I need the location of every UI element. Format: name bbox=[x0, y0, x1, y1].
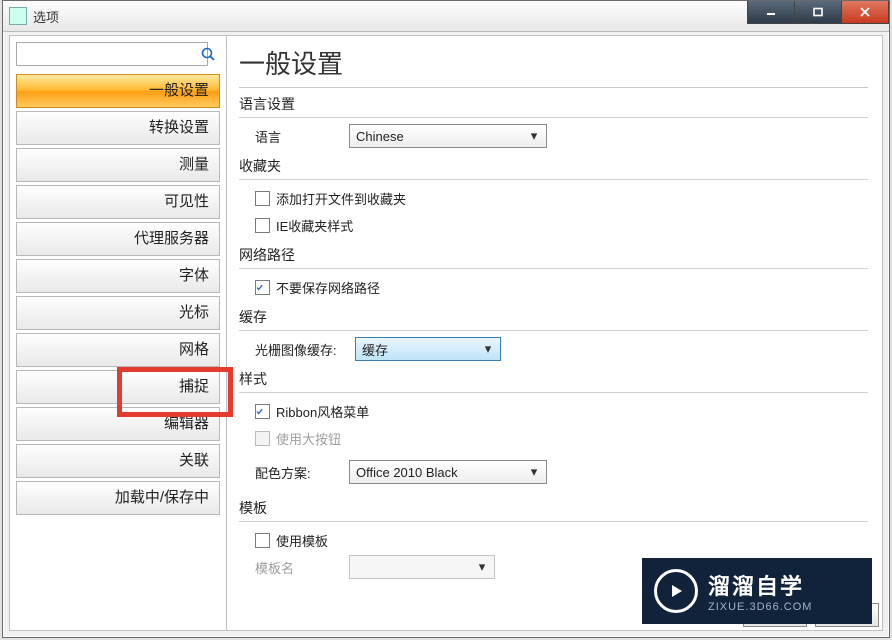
sidebar-item-editor[interactable]: 编辑器 bbox=[16, 407, 220, 441]
window-title: 选项 bbox=[33, 7, 59, 26]
window-controls bbox=[748, 1, 889, 24]
app-icon bbox=[9, 7, 27, 25]
group-language: 语言设置 语言 Chinese ▾ bbox=[239, 94, 868, 148]
group-header-cache: 缓存 bbox=[239, 307, 868, 331]
chevron-down-icon: ▾ bbox=[474, 559, 490, 575]
label-template-name: 模板名 bbox=[255, 558, 349, 577]
group-favorites: 收藏夹 添加打开文件到收藏夹 IE收藏夹样式 bbox=[239, 156, 868, 237]
chevron-down-icon: ▾ bbox=[526, 128, 542, 144]
combo-raster-cache[interactable]: 缓存 ▾ bbox=[355, 337, 501, 361]
group-header-netpath: 网络路径 bbox=[239, 245, 868, 269]
checkbox-no-save-netpath[interactable] bbox=[255, 280, 270, 295]
search-wrap bbox=[16, 42, 220, 66]
group-header-style: 样式 bbox=[239, 369, 868, 393]
maximize-button[interactable] bbox=[794, 1, 842, 24]
chevron-down-icon: ▾ bbox=[480, 341, 496, 357]
label-color-scheme: 配色方案: bbox=[255, 463, 349, 482]
nav-list: 一般设置 转换设置 测量 可见性 代理服务器 字体 光标 网格 捕捉 编辑器 关… bbox=[16, 74, 220, 518]
sidebar-item-assoc[interactable]: 关联 bbox=[16, 444, 220, 478]
watermark-overlay: 溜溜自学 ZIXUE.3D66.COM bbox=[642, 558, 872, 624]
search-icon bbox=[200, 46, 216, 62]
group-netpath: 网络路径 不要保存网络路径 bbox=[239, 245, 868, 299]
close-button[interactable] bbox=[841, 1, 889, 24]
label-big-buttons: 使用大按钮 bbox=[276, 429, 341, 448]
chevron-down-icon: ▾ bbox=[526, 464, 542, 480]
page-title: 一般设置 bbox=[239, 44, 868, 88]
sidebar-item-cursor[interactable]: 光标 bbox=[16, 296, 220, 330]
sidebar-item-convert[interactable]: 转换设置 bbox=[16, 111, 220, 145]
dialog-body: 一般设置 转换设置 测量 可见性 代理服务器 字体 光标 网格 捕捉 编辑器 关… bbox=[9, 35, 883, 631]
checkbox-add-open-files[interactable] bbox=[255, 191, 270, 206]
label-raster-cache: 光栅图像缓存: bbox=[255, 340, 355, 359]
group-style: 样式 Ribbon风格菜单 使用大按钮 配色方案: Office 2010 Bl… bbox=[239, 369, 868, 484]
watermark-url: ZIXUE.3D66.COM bbox=[708, 601, 812, 613]
label-add-open-files: 添加打开文件到收藏夹 bbox=[276, 189, 406, 208]
label-ie-fav-style: IE收藏夹样式 bbox=[276, 216, 353, 235]
combo-language[interactable]: Chinese ▾ bbox=[349, 124, 547, 148]
label-no-save-netpath: 不要保存网络路径 bbox=[276, 278, 380, 297]
sidebar-item-visibility[interactable]: 可见性 bbox=[16, 185, 220, 219]
label-ribbon-menu: Ribbon风格菜单 bbox=[276, 402, 369, 421]
sidebar-item-proxy[interactable]: 代理服务器 bbox=[16, 222, 220, 256]
combo-color-scheme-value: Office 2010 Black bbox=[356, 465, 526, 480]
combo-template-name: ▾ bbox=[349, 555, 495, 579]
sidebar-item-general[interactable]: 一般设置 bbox=[16, 74, 220, 108]
group-header-favorites: 收藏夹 bbox=[239, 156, 868, 180]
search-input[interactable] bbox=[16, 42, 208, 66]
minimize-button[interactable] bbox=[747, 1, 795, 24]
options-dialog: 选项 一般设置 转换设置 测量 bbox=[2, 0, 890, 638]
group-header-template: 模板 bbox=[239, 498, 868, 522]
checkbox-ie-fav-style[interactable] bbox=[255, 218, 270, 233]
play-icon bbox=[654, 569, 698, 613]
group-header-language: 语言设置 bbox=[239, 94, 868, 118]
combo-color-scheme[interactable]: Office 2010 Black ▾ bbox=[349, 460, 547, 484]
checkbox-big-buttons bbox=[255, 431, 270, 446]
label-language: 语言 bbox=[255, 127, 349, 146]
sidebar-item-load-save[interactable]: 加载中/保存中 bbox=[16, 481, 220, 515]
watermark-title: 溜溜自学 bbox=[708, 569, 812, 601]
combo-raster-cache-value: 缓存 bbox=[362, 340, 480, 359]
main-panel: 一般设置 语言设置 语言 Chinese ▾ 收藏夹 添加打开文件到收藏夹 bbox=[227, 36, 882, 630]
label-use-template: 使用模板 bbox=[276, 531, 328, 550]
group-cache: 缓存 光栅图像缓存: 缓存 ▾ bbox=[239, 307, 868, 361]
checkbox-use-template[interactable] bbox=[255, 533, 270, 548]
sidebar: 一般设置 转换设置 测量 可见性 代理服务器 字体 光标 网格 捕捉 编辑器 关… bbox=[10, 36, 227, 630]
sidebar-item-measure[interactable]: 测量 bbox=[16, 148, 220, 182]
sidebar-item-snap[interactable]: 捕捉 bbox=[16, 370, 220, 404]
combo-language-value: Chinese bbox=[356, 129, 526, 144]
checkbox-ribbon-menu[interactable] bbox=[255, 404, 270, 419]
sidebar-item-grid[interactable]: 网格 bbox=[16, 333, 220, 367]
titlebar: 选项 bbox=[3, 1, 889, 32]
sidebar-item-font[interactable]: 字体 bbox=[16, 259, 220, 293]
